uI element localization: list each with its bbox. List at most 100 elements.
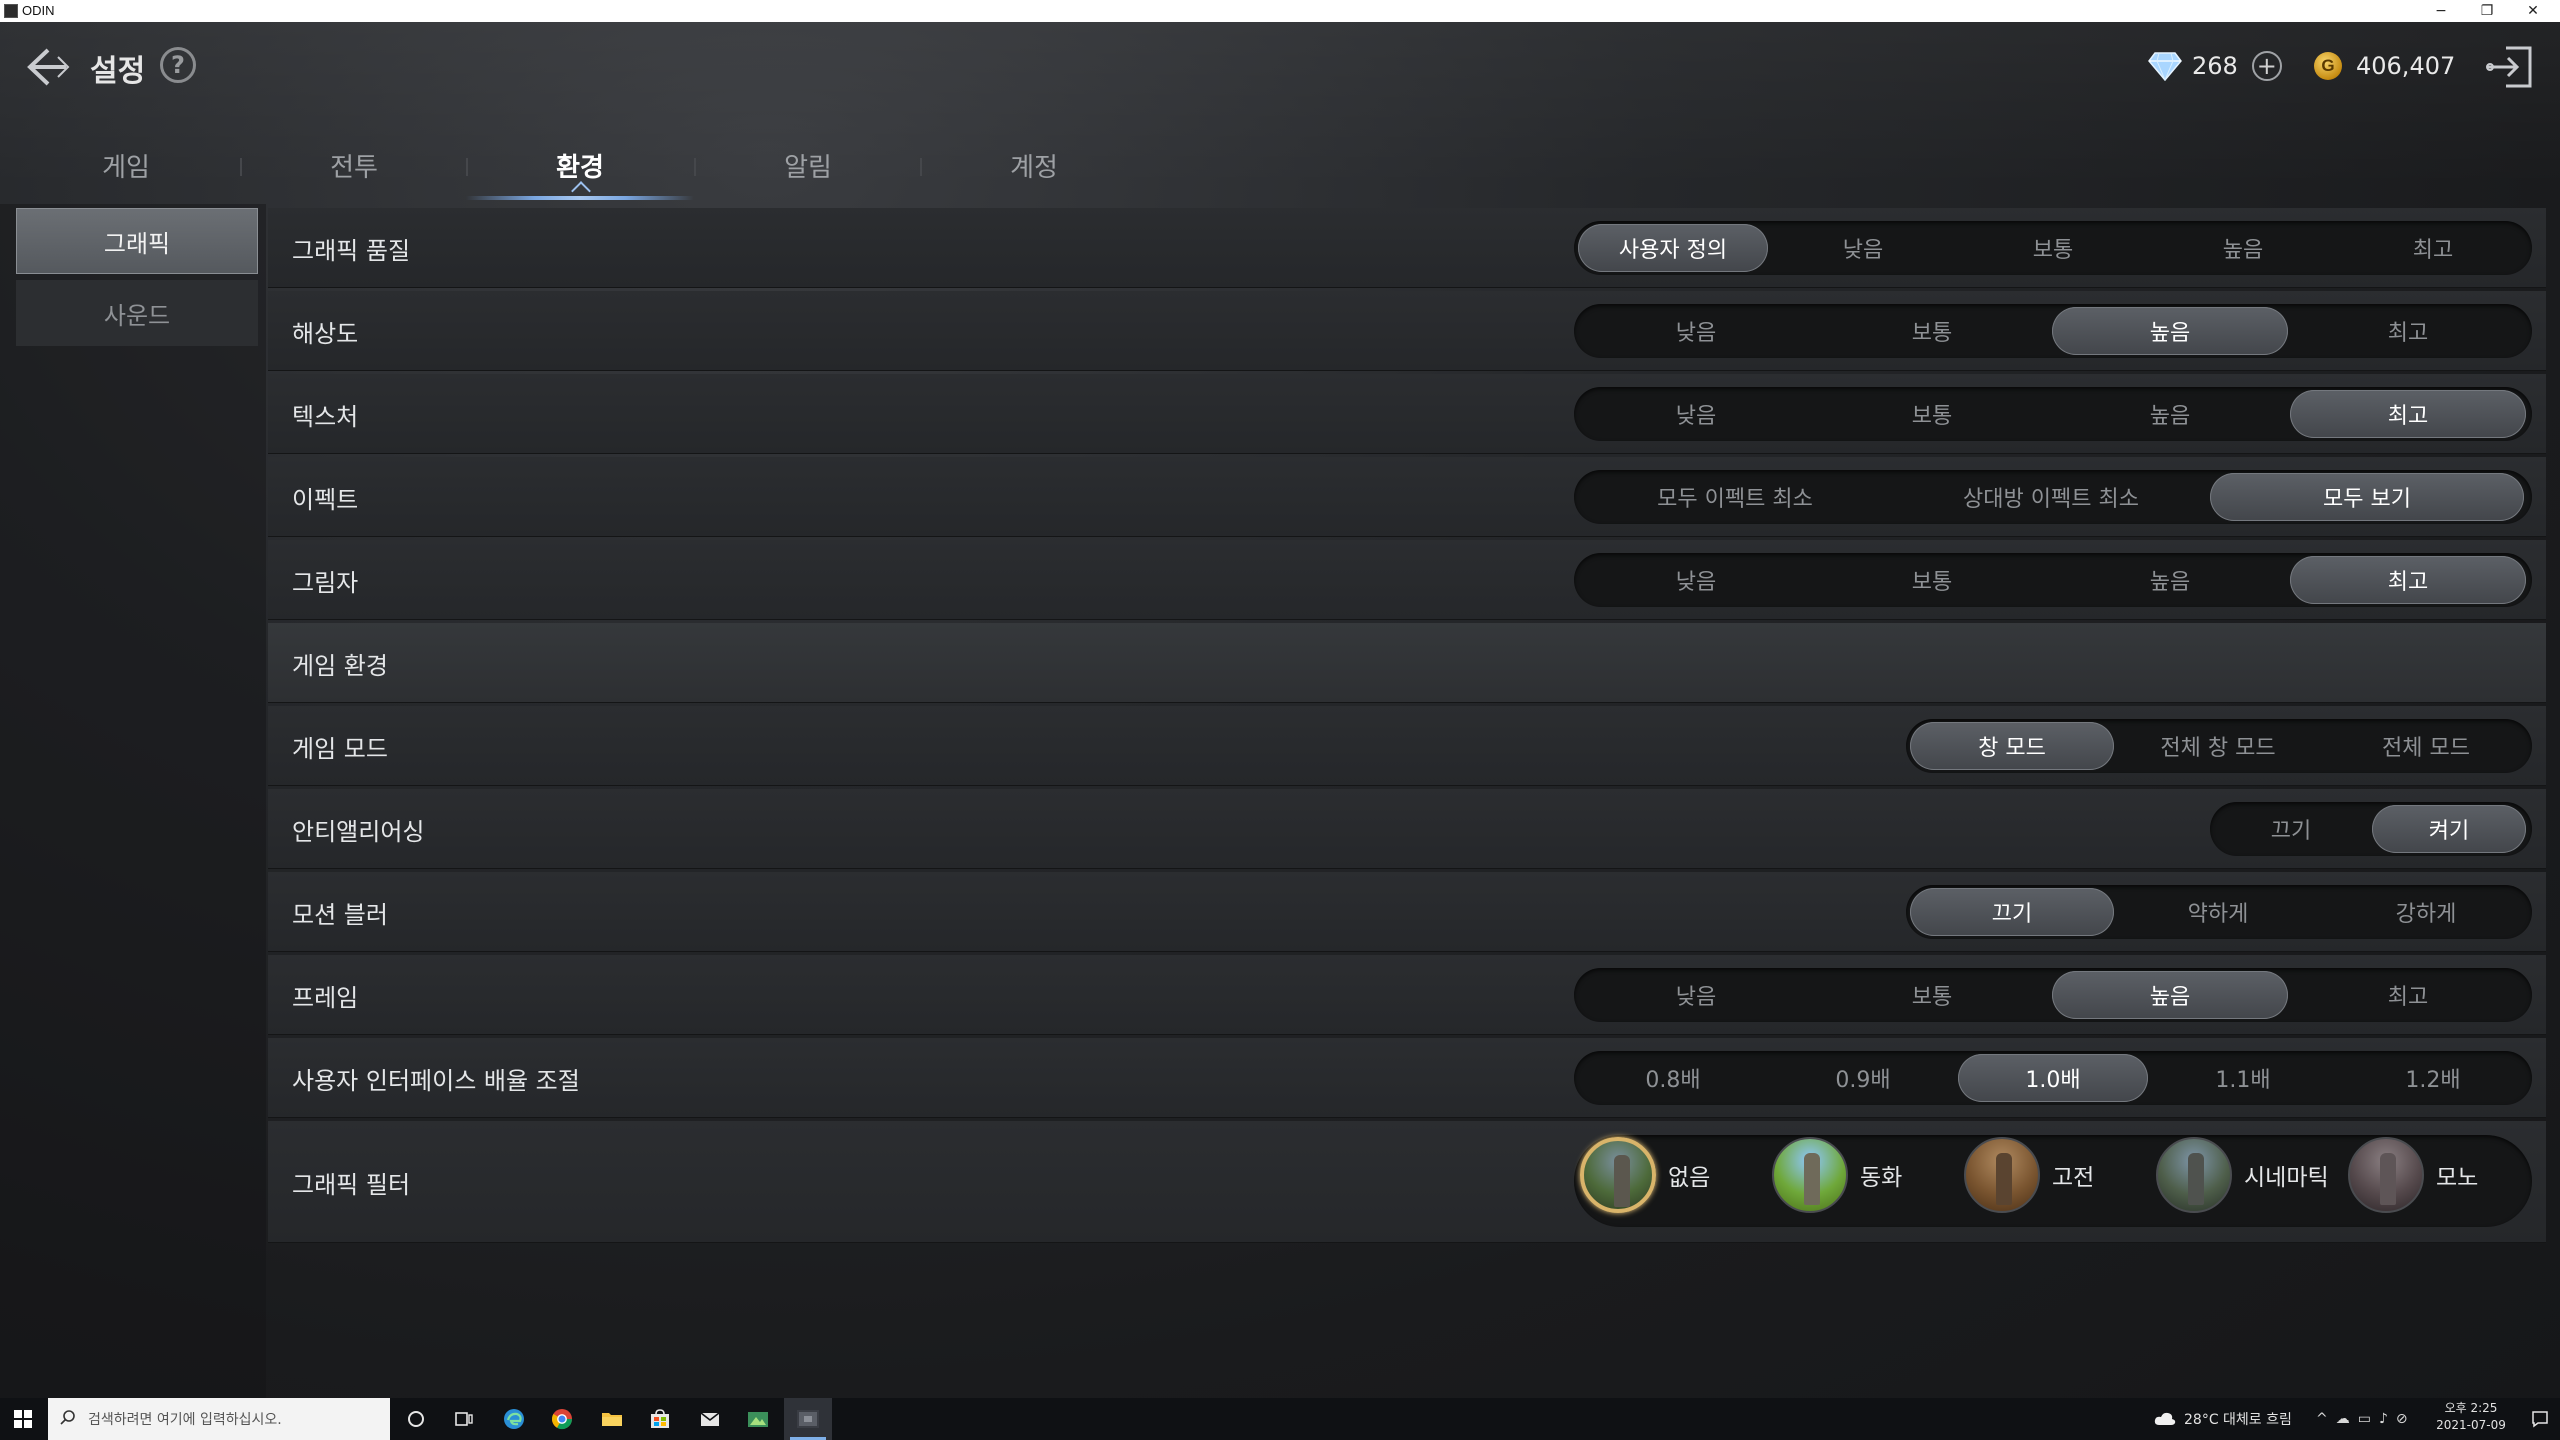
task-view-button[interactable]	[440, 1398, 488, 1440]
cortana-button[interactable]	[392, 1398, 440, 1440]
taskbar-photos[interactable]	[734, 1398, 782, 1440]
setting-label: 그래픽 품질	[292, 236, 411, 265]
setting-label: 텍스처	[292, 402, 359, 431]
gold-currency: G 406,407	[2314, 48, 2455, 84]
option-medium[interactable]: 보통	[1814, 390, 2050, 438]
taskbar-odin-game[interactable]	[784, 1398, 832, 1440]
volume-icon[interactable]: ♪	[2379, 1411, 2388, 1427]
filter-label: 없음	[1668, 1165, 1711, 1191]
option-best[interactable]: 최고	[2290, 390, 2526, 438]
option-off[interactable]: 끄기	[2214, 805, 2368, 853]
standing-stone-graphic	[1614, 1155, 1630, 1207]
diamond-currency: 268 +	[2148, 48, 2282, 84]
gold-coin-icon: G	[2314, 52, 2342, 80]
setting-row-motion-blur: 모션 블러 끄기 약하게 강하게	[268, 872, 2546, 952]
tab-combat[interactable]: 전투	[240, 130, 468, 200]
taskbar-search-box[interactable]: 검색하려면 여기에 입력하십시오.	[48, 1398, 390, 1440]
option-opponent-effects-min[interactable]: 상대방 이펙트 최소	[1894, 473, 2208, 521]
close-button[interactable]: ✕	[2510, 0, 2556, 22]
sidenav-item-graphics[interactable]: 그래픽	[16, 208, 258, 274]
restore-button[interactable]: ❐	[2464, 0, 2510, 22]
image-viewer-icon	[748, 1412, 768, 1427]
onedrive-cloud-icon[interactable]: ☁	[2336, 1411, 2350, 1427]
setting-row-shadow: 그림자 낮음 보통 높음 최고	[268, 540, 2546, 620]
option-high[interactable]: 높음	[2052, 390, 2288, 438]
tab-notifications[interactable]: 알림	[694, 130, 922, 200]
tab-account[interactable]: 계정	[920, 130, 1148, 200]
option-medium[interactable]: 보통	[1958, 224, 2148, 272]
setting-row-effect: 이펙트 모두 이펙트 최소 상대방 이펙트 최소 모두 보기	[268, 457, 2546, 537]
back-button[interactable]	[22, 42, 76, 92]
option-on[interactable]: 켜기	[2372, 805, 2526, 853]
option-show-all[interactable]: 모두 보기	[2210, 473, 2524, 521]
option-low[interactable]: 낮음	[1578, 307, 1814, 355]
taskbar-edge[interactable]	[490, 1398, 538, 1440]
filter-preview-image	[1772, 1137, 1848, 1213]
section-title: 게임 환경	[292, 651, 388, 680]
option-medium[interactable]: 보통	[1814, 556, 2050, 604]
option-low[interactable]: 낮음	[1578, 971, 1814, 1019]
option-scale-1-0[interactable]: 1.0배	[1958, 1054, 2148, 1102]
option-scale-1-1[interactable]: 1.1배	[2148, 1054, 2338, 1102]
setting-label: 안티앨리어싱	[292, 817, 425, 846]
system-clock[interactable]: 오후 2:25 2021-07-09	[2426, 1400, 2516, 1438]
option-low[interactable]: 낮음	[1578, 390, 1814, 438]
option-low[interactable]: 낮음	[1768, 224, 1958, 272]
option-best[interactable]: 최고	[2290, 556, 2526, 604]
option-all-effects-min[interactable]: 모두 이펙트 최소	[1578, 473, 1892, 521]
tab-game[interactable]: 게임	[12, 130, 240, 200]
option-borderless-mode[interactable]: 전체 창 모드	[2116, 722, 2320, 770]
sidenav-item-sound[interactable]: 사운드	[16, 280, 258, 346]
option-weak[interactable]: 약하게	[2116, 888, 2320, 936]
tab-environment[interactable]: 환경	[466, 130, 694, 200]
help-button[interactable]: ?	[160, 47, 196, 83]
option-off[interactable]: 끄기	[1910, 888, 2114, 936]
standing-stone-graphic	[2188, 1153, 2204, 1205]
option-best[interactable]: 최고	[2290, 971, 2526, 1019]
filter-option-classic[interactable]: 고전	[1964, 1137, 2094, 1213]
option-best[interactable]: 최고	[2290, 307, 2526, 355]
tray-chevron-up-icon[interactable]: ^	[2316, 1411, 2328, 1427]
option-medium[interactable]: 보통	[1814, 307, 2050, 355]
back-arrow-icon	[27, 48, 70, 86]
filter-option-none[interactable]: 없음	[1580, 1137, 1711, 1213]
filter-option-mono[interactable]: 모노	[2348, 1137, 2478, 1213]
option-window-mode[interactable]: 창 모드	[1910, 722, 2114, 770]
section-header-game-environment: 게임 환경	[268, 623, 2546, 703]
taskbar-file-explorer[interactable]	[588, 1398, 636, 1440]
add-diamond-button[interactable]: +	[2251, 51, 2282, 81]
setting-label: 그림자	[292, 568, 359, 597]
option-low[interactable]: 낮음	[1578, 556, 1814, 604]
standing-stone-graphic	[1804, 1153, 1820, 1205]
filter-preview-image	[1964, 1137, 2040, 1213]
setting-row-texture: 텍스처 낮음 보통 높음 최고	[268, 374, 2546, 454]
option-scale-0-8[interactable]: 0.8배	[1578, 1054, 1768, 1102]
weather-widget[interactable]: 28°C 대체로 흐림	[2154, 1398, 2292, 1440]
option-best[interactable]: 최고	[2338, 224, 2528, 272]
taskbar-chrome[interactable]	[538, 1398, 586, 1440]
taskbar-mail[interactable]	[686, 1398, 734, 1440]
option-high[interactable]: 높음	[2052, 556, 2288, 604]
filter-option-fairytale[interactable]: 동화	[1772, 1137, 1903, 1213]
minimize-button[interactable]: −	[2418, 0, 2464, 22]
setting-row-game-mode: 게임 모드 창 모드 전체 창 모드 전체 모드	[268, 706, 2546, 786]
filter-option-cinematic[interactable]: 시네마틱	[2156, 1137, 2329, 1213]
notification-center-button[interactable]	[2520, 1398, 2560, 1440]
exit-button[interactable]	[2484, 42, 2536, 92]
option-high[interactable]: 높음	[2052, 971, 2288, 1019]
option-scale-1-2[interactable]: 1.2배	[2338, 1054, 2528, 1102]
option-fullscreen-mode[interactable]: 전체 모드	[2324, 722, 2528, 770]
filter-label: 동화	[1860, 1165, 1903, 1191]
option-strong[interactable]: 강하게	[2324, 888, 2528, 936]
start-button[interactable]	[0, 1398, 46, 1440]
effect-selector: 모두 이펙트 최소 상대방 이펙트 최소 모두 보기	[1574, 470, 2532, 524]
taskbar-store[interactable]	[636, 1398, 684, 1440]
option-high[interactable]: 높음	[2052, 307, 2288, 355]
setting-label: 게임 모드	[292, 734, 388, 763]
option-custom[interactable]: 사용자 정의	[1578, 224, 1768, 272]
option-medium[interactable]: 보통	[1814, 971, 2050, 1019]
network-icon[interactable]: ▭	[2358, 1411, 2371, 1427]
option-high[interactable]: 높음	[2148, 224, 2338, 272]
ime-icon[interactable]: ⊘	[2396, 1411, 2408, 1427]
option-scale-0-9[interactable]: 0.9배	[1768, 1054, 1958, 1102]
